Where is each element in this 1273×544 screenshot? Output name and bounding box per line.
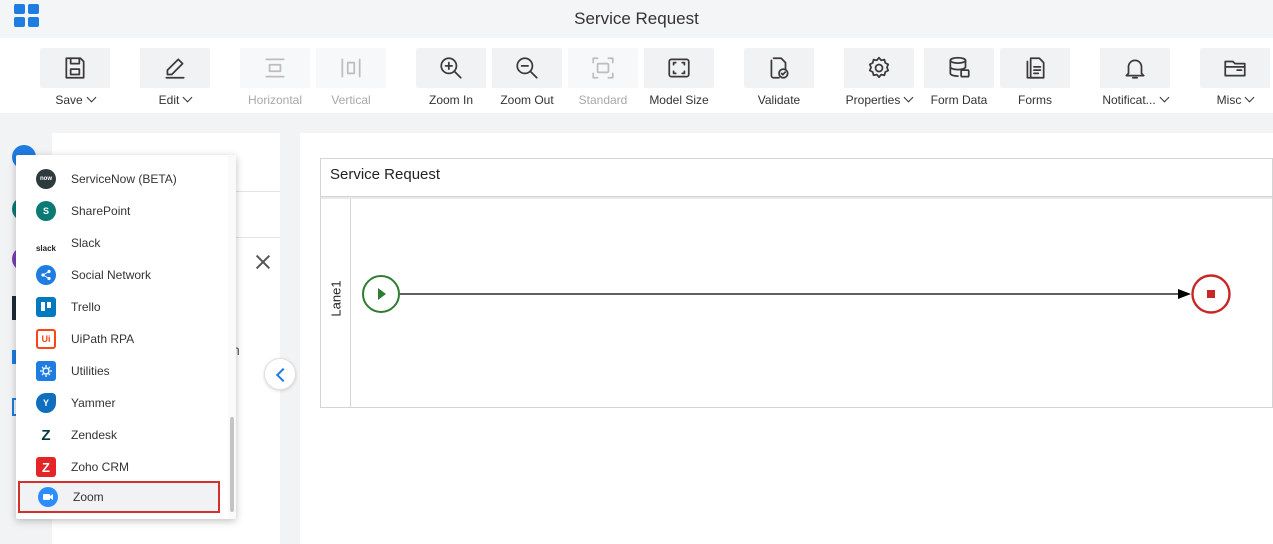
zendesk-icon: Z (36, 425, 56, 445)
dropdown-item-social-network[interactable]: Social Network (16, 259, 228, 291)
servicenow-icon: now (36, 169, 56, 189)
chevron-down-icon (1244, 92, 1255, 103)
page-title: Service Request (574, 9, 699, 28)
dropdown-item-label: Yammer (71, 396, 116, 410)
misc-label: Misc (1216, 93, 1242, 107)
standard-icon (568, 48, 638, 88)
flow-diagram (362, 274, 1231, 314)
sharepoint-icon: S (36, 201, 56, 221)
dropdown-item-label: ServiceNow (BETA) (71, 172, 177, 186)
integrations-dropdown[interactable]: now ServiceNow (BETA) S SharePoint slack… (16, 155, 236, 519)
chevron-down-icon (86, 92, 97, 103)
model-size-label: Model Size (649, 93, 709, 107)
share-icon (36, 265, 56, 285)
dropdown-item-label: Slack (71, 236, 101, 250)
edit-label: Edit (158, 93, 180, 107)
validate-icon (744, 48, 814, 88)
vertical-button[interactable]: Vertical (316, 48, 386, 112)
properties-label: Properties (845, 93, 901, 107)
zoom-in-icon (416, 48, 486, 88)
bell-icon (1100, 48, 1170, 88)
folder-icon (1200, 48, 1270, 88)
edit-button[interactable]: Edit (140, 48, 210, 112)
forms-label: Forms (1018, 93, 1052, 107)
model-size-button[interactable]: Model Size (644, 48, 714, 112)
zoho-icon: Z (36, 457, 56, 477)
zoom-video-icon (38, 487, 58, 507)
chevron-down-icon (182, 92, 193, 103)
slack-icon: slack (36, 233, 56, 253)
zoom-out-icon (492, 48, 562, 88)
forms-button[interactable]: Forms (1000, 48, 1070, 112)
form-data-button[interactable]: Form Data (924, 48, 994, 112)
dropdown-item-label: SharePoint (71, 204, 131, 218)
arrowhead (1178, 289, 1191, 299)
zoom-in-button[interactable]: Zoom In (416, 48, 486, 112)
misc-button[interactable]: Misc (1200, 48, 1270, 112)
stop-icon (1207, 290, 1215, 298)
title-bar: Service Request (0, 0, 1273, 38)
database-icon (924, 48, 994, 88)
utilities-icon (36, 361, 56, 381)
zoom-out-button[interactable]: Zoom Out (492, 48, 562, 112)
edit-icon (140, 48, 210, 88)
save-button[interactable]: Save (40, 48, 110, 112)
collapse-panel-button[interactable] (264, 358, 296, 390)
chevron-down-icon (1159, 92, 1170, 103)
toolbar: Save Edit Horizontal Vertical Zoom In Zo… (0, 38, 1273, 113)
dropdown-item-label: Zoho CRM (71, 460, 130, 474)
dropdown-item-label: Zendesk (71, 428, 118, 442)
dropdown-item-label: UiPath RPA (71, 332, 135, 346)
dropdown-item-zoom[interactable]: Zoom (18, 481, 220, 513)
dropdown-item-sharepoint[interactable]: S SharePoint (16, 195, 228, 227)
notifications-button[interactable]: Notificat... (1100, 48, 1170, 112)
trello-icon (36, 297, 56, 317)
vertical-icon (316, 48, 386, 88)
pool-title: Service Request (330, 166, 441, 183)
uipath-icon: Ui (36, 329, 56, 349)
lane-label: Lane1 (328, 280, 344, 317)
divider (321, 197, 1272, 199)
dropdown-item-label: Utilities (71, 364, 110, 378)
pool-header: Service Request (321, 159, 1272, 197)
dropdown-item-trello[interactable]: Trello (16, 291, 228, 323)
dropdown-item-zoho-crm[interactable]: Z Zoho CRM (16, 451, 228, 483)
forms-icon (1000, 48, 1070, 88)
dropdown-item-label: Trello (71, 300, 101, 314)
horizontal-icon (240, 48, 310, 88)
validate-label: Validate (757, 93, 801, 107)
gear-icon (844, 48, 914, 88)
model-size-icon (644, 48, 714, 88)
properties-button[interactable]: Properties (844, 48, 914, 112)
dropdown-item-servicenow[interactable]: now ServiceNow (BETA) (16, 163, 228, 195)
close-icon[interactable] (254, 253, 272, 271)
save-label: Save (55, 93, 83, 107)
dropdown-item-utilities[interactable]: Utilities (16, 355, 228, 387)
dropdown-item-uipath[interactable]: Ui UiPath RPA (16, 323, 228, 355)
process-canvas[interactable]: Service Request Lane1 (300, 133, 1273, 544)
notifications-label: Notificat... (1102, 93, 1156, 107)
pool[interactable]: Service Request Lane1 (320, 158, 1273, 408)
standard-button[interactable]: Standard (568, 48, 638, 112)
lane-header[interactable]: Lane1 (321, 199, 351, 407)
dropdown-item-label: Zoom (73, 490, 104, 504)
chevron-down-icon (903, 92, 914, 103)
dropdown-item-label: Social Network (71, 268, 152, 282)
scrollbar-thumb[interactable] (230, 417, 234, 512)
save-icon (40, 48, 110, 88)
dropdown-item-slack[interactable]: slack Slack (16, 227, 228, 259)
validate-button[interactable]: Validate (744, 48, 814, 112)
dropdown-item-yammer[interactable]: Y Yammer (16, 387, 228, 419)
horizontal-button[interactable]: Horizontal (240, 48, 310, 112)
dropdown-item-zendesk[interactable]: Z Zendesk (16, 419, 228, 451)
yammer-icon: Y (36, 393, 56, 413)
vertical-label: Vertical (331, 93, 371, 107)
